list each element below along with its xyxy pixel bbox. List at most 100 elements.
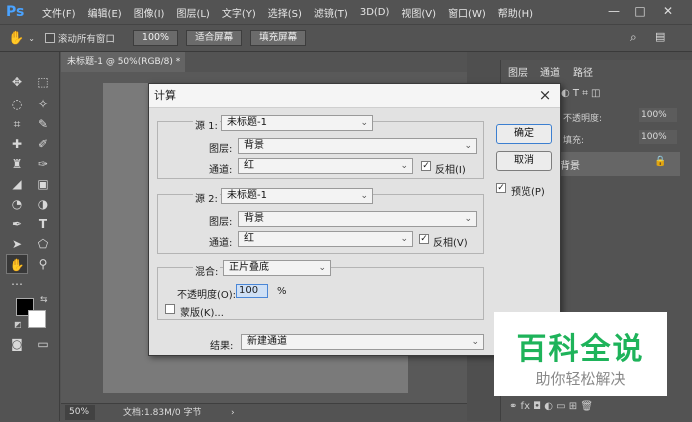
source2-doc-value: 未标题-1 xyxy=(227,190,267,201)
menu-bar: Ps 文件(F) 编辑(E) 图像(I) 图层(L) 文字(Y) 选择(S) 滤… xyxy=(0,0,692,24)
source2-channel-value: 红 xyxy=(244,233,254,244)
menu-view[interactable]: 视图(V) xyxy=(401,5,436,20)
maximize-icon[interactable]: □ xyxy=(628,3,652,19)
layer-footer-icons[interactable]: ⚭ fx ◘ ◐ ▭ ⊞ 🗑 xyxy=(509,401,593,412)
fill-field[interactable]: 100% xyxy=(639,130,677,144)
more-tools-icon[interactable]: ⋯ xyxy=(6,274,28,294)
chevron-down-icon: ⌄ xyxy=(471,337,479,347)
result-value: 新建通道 xyxy=(247,336,287,347)
chevron-down-icon: ⌄ xyxy=(318,263,326,273)
source2-invert-checkbox[interactable]: ✓ xyxy=(419,234,429,244)
tab-channels[interactable]: 通道 xyxy=(540,64,560,79)
dialog-title: 计算 xyxy=(149,84,560,108)
workspace-icon[interactable]: ▤ xyxy=(655,30,665,43)
scroll-all-label: 滚动所有窗口 xyxy=(57,34,115,45)
blend-opacity-input[interactable]: 100 xyxy=(236,284,268,298)
options-bar: ✋ ⌄ 滚动所有窗口 100% 适合屏幕 填充屏幕 ⌕ ▤ xyxy=(0,24,692,52)
source1-channel-label: 通道: xyxy=(209,165,233,176)
minimize-icon[interactable]: — xyxy=(602,3,626,19)
source2-doc-select[interactable]: 未标题-1 ⌄ xyxy=(221,188,373,204)
eyedropper-icon[interactable]: ✎ xyxy=(32,114,54,134)
layer-name: 背景 xyxy=(560,161,580,172)
fill-screen-button[interactable]: 填充屏幕 xyxy=(250,30,307,46)
move-tool-icon[interactable]: ✥ xyxy=(6,72,28,92)
watermark: 百科全说 助你轻松解决 xyxy=(494,312,667,396)
window-close-icon[interactable]: ✕ xyxy=(656,3,680,19)
default-colors-icon[interactable]: ◩ xyxy=(14,320,22,329)
menu-layer[interactable]: 图层(L) xyxy=(176,5,209,20)
document-tab-title: 未标题-1 @ 50%(RGB/8) * xyxy=(67,57,181,67)
tab-layers[interactable]: 图层 xyxy=(508,64,528,79)
scroll-all-checkbox[interactable] xyxy=(44,33,55,43)
type-tool-icon[interactable]: T xyxy=(32,214,54,234)
source1-doc-select[interactable]: 未标题-1 ⌄ xyxy=(221,115,373,131)
history-brush-icon[interactable]: ✑ xyxy=(32,154,54,174)
fill-label: 填充: xyxy=(563,136,585,146)
zoom-100-button[interactable]: 100% xyxy=(132,30,179,46)
eraser-tool-icon[interactable]: ◢ xyxy=(6,174,28,194)
menu-help[interactable]: 帮助(H) xyxy=(498,5,533,20)
menu-image[interactable]: 图像(I) xyxy=(134,5,165,20)
source2-channel-select[interactable]: 红 ⌄ xyxy=(238,231,413,247)
opacity-field[interactable]: 100% xyxy=(639,108,677,122)
chevron-down-icon: ⌄ xyxy=(464,214,472,224)
source1-layer-select[interactable]: 背景 ⌄ xyxy=(238,138,477,154)
marquee-tool-icon[interactable]: ⬚ xyxy=(32,72,54,92)
clone-stamp-icon[interactable]: ♜ xyxy=(6,154,28,174)
dialog-close-icon[interactable]: × xyxy=(536,86,554,104)
brush-tool-icon[interactable]: ✐ xyxy=(32,134,54,154)
source2-channel-label: 通道: xyxy=(209,238,233,249)
dodge-tool-icon[interactable]: ◑ xyxy=(32,194,54,214)
quick-mask-icon[interactable]: ◙ xyxy=(6,334,28,354)
path-selection-icon[interactable]: ➤ xyxy=(6,234,28,254)
chevron-down-icon: ⌄ xyxy=(400,161,408,171)
pen-tool-icon[interactable]: ✒ xyxy=(6,214,28,234)
chevron-down-icon: ⌄ xyxy=(360,191,368,201)
layer-filter-icons[interactable]: ◐ T ⌗ ◫ xyxy=(561,88,600,99)
menu-select[interactable]: 选择(S) xyxy=(268,5,302,20)
menu-edit[interactable]: 编辑(E) xyxy=(88,5,122,20)
source1-invert-checkbox[interactable]: ✓ xyxy=(421,161,431,171)
gradient-tool-icon[interactable]: ▣ xyxy=(32,174,54,194)
menu-file[interactable]: 文件(F) xyxy=(42,5,76,20)
cancel-button[interactable]: 取消 xyxy=(496,151,552,171)
menu-window[interactable]: 窗口(W) xyxy=(448,5,486,20)
magic-wand-icon[interactable]: ✧ xyxy=(32,94,54,114)
hand-tool-icon[interactable]: ✋ xyxy=(6,254,28,274)
fit-screen-button[interactable]: 适合屏幕 xyxy=(186,30,243,46)
zoom-tool-icon[interactable]: ⚲ xyxy=(32,254,54,274)
mask-label[interactable]: 蒙版(K)... xyxy=(180,304,224,319)
chevron-down-icon: ⌄ xyxy=(464,141,472,151)
menu-3d[interactable]: 3D(D) xyxy=(360,7,390,18)
background-color-swatch[interactable] xyxy=(28,310,46,328)
status-menu-chevron-icon[interactable]: › xyxy=(231,404,235,422)
healing-brush-icon[interactable]: ✚ xyxy=(6,134,28,154)
menu-filter[interactable]: 滤镜(T) xyxy=(314,5,348,20)
screen-mode-icon[interactable]: ▭ xyxy=(32,334,54,354)
source2-invert-label: 反相(V) xyxy=(433,238,468,249)
document-tab[interactable]: 未标题-1 @ 50%(RGB/8) * × xyxy=(61,52,185,87)
mask-checkbox[interactable] xyxy=(165,304,175,314)
source1-label: 源 1: xyxy=(193,117,220,132)
shape-tool-icon[interactable]: ⬠ xyxy=(32,234,54,254)
zoom-level[interactable]: 50% xyxy=(65,405,95,420)
hand-tool-icon[interactable]: ✋ xyxy=(8,31,24,46)
source2-layer-select[interactable]: 背景 ⌄ xyxy=(238,211,477,227)
result-select[interactable]: 新建通道 ⌄ xyxy=(241,334,484,350)
lasso-tool-icon[interactable]: ◌ xyxy=(6,94,28,114)
crop-tool-icon[interactable]: ⌗ xyxy=(6,114,28,134)
blend-mode-select[interactable]: 正片叠底 ⌄ xyxy=(223,260,331,276)
blur-tool-icon[interactable]: ◔ xyxy=(6,194,28,214)
document-info: 文档:1.83M/0 字节 xyxy=(123,408,202,418)
source1-layer-label: 图层: xyxy=(209,144,233,155)
search-icon[interactable]: ⌕ xyxy=(630,30,637,45)
ok-button[interactable]: 确定 xyxy=(496,124,552,144)
tab-paths[interactable]: 路径 xyxy=(573,64,593,79)
swap-colors-icon[interactable]: ⇆ xyxy=(40,295,48,305)
source1-channel-select[interactable]: 红 ⌄ xyxy=(238,158,413,174)
preview-checkbox[interactable]: ✓ xyxy=(496,183,506,193)
tool-preset-chevron-icon[interactable]: ⌄ xyxy=(28,34,35,43)
lock-icon: 🔒 xyxy=(654,156,667,167)
source1-invert-label: 反相(I) xyxy=(435,165,466,176)
menu-type[interactable]: 文字(Y) xyxy=(222,5,256,20)
